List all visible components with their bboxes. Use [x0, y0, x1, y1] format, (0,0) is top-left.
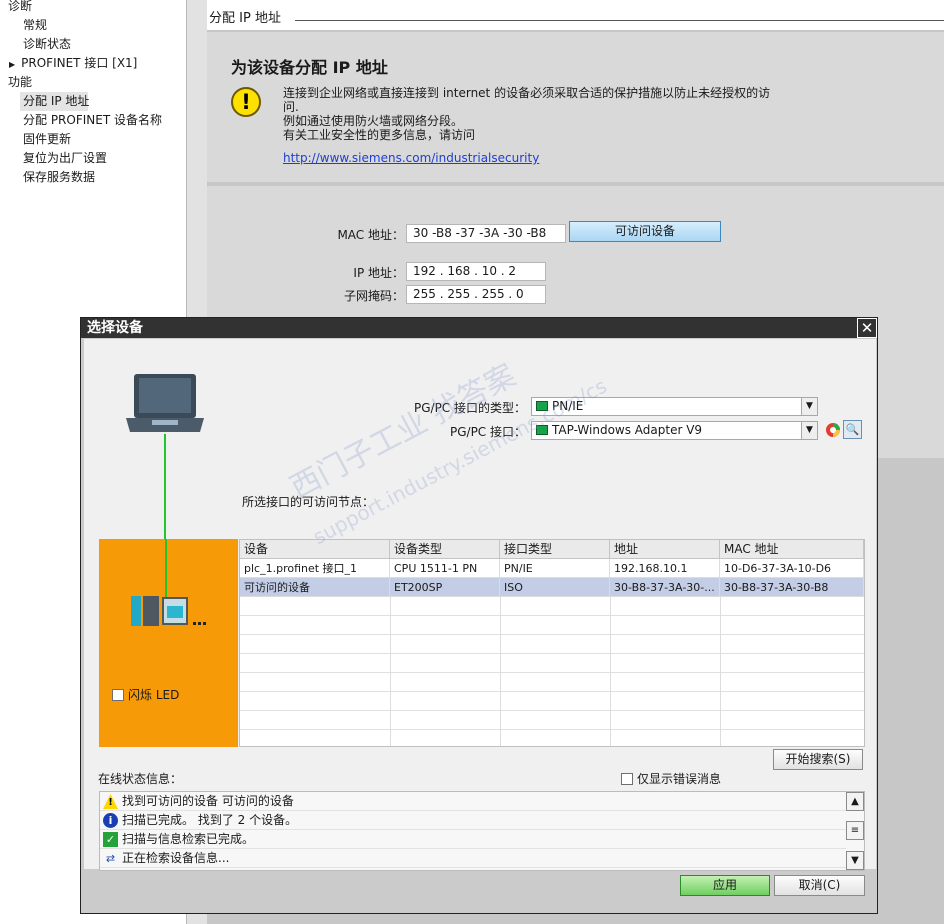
- pgpc-iface-select[interactable]: TAP-Windows Adapter V9 ▼: [531, 421, 818, 440]
- pgpc-iface-label: PG/PC 接口：: [449, 425, 526, 439]
- divider: [390, 597, 391, 746]
- chevron-down-icon[interactable]: ▼: [801, 422, 817, 439]
- shield-icon[interactable]: [824, 421, 842, 439]
- status-text: 扫描已完成。 找到了 2 个设备。: [122, 813, 298, 827]
- table-cell[interactable]: 30-B8-37-3A-30-...: [610, 578, 720, 597]
- scroll-down-icon[interactable]: ▼: [846, 851, 864, 870]
- panel-title: 为该设备分配 IP 地址: [231, 58, 388, 77]
- device-preview-panel: 闪烁 LED: [99, 539, 238, 747]
- diagnostics-icon[interactable]: 🔍: [843, 420, 862, 439]
- column-header[interactable]: 接口类型: [500, 540, 610, 559]
- table-cell[interactable]: plc_1.profinet 接口_1: [240, 559, 390, 578]
- tree-item-general[interactable]: 常规: [23, 16, 47, 35]
- tree-item-save-service[interactable]: 保存服务数据: [23, 168, 95, 187]
- network-icon: [536, 401, 548, 411]
- column-header[interactable]: 地址: [610, 540, 720, 559]
- scroll-thumb-icon[interactable]: ≡: [846, 821, 864, 840]
- flash-led-checkbox[interactable]: 闪烁 LED: [112, 686, 179, 703]
- network-icon: ⇄: [105, 852, 116, 865]
- tree-item-assign-name[interactable]: 分配 PROFINET 设备名称: [23, 111, 162, 130]
- column-header[interactable]: MAC 地址: [720, 540, 864, 559]
- warning-icon: !: [231, 87, 261, 117]
- security-panel: 为该设备分配 IP 地址 ! 连接到企业网络或直接连接到 internet 的设…: [207, 32, 944, 182]
- mac-label: MAC 地址：: [337, 228, 404, 242]
- table-cell[interactable]: CPU 1511-1 PN: [390, 559, 500, 578]
- scroll-up-icon[interactable]: ▲: [846, 792, 864, 811]
- pgpc-type-value: PN/IE: [552, 399, 584, 413]
- status-row: i 扫描已完成。 找到了 2 个设备。: [100, 811, 846, 830]
- pgpc-type-label: PG/PC 接口的类型：: [413, 401, 526, 415]
- close-icon[interactable]: ✕: [857, 318, 877, 338]
- status-log: ! 找到可访问的设备 可访问的设备 i 扫描已完成。 找到了 2 个设备。 ✓ 扫描与…: [99, 791, 865, 871]
- accessible-devices-button[interactable]: 可访问设备: [569, 221, 721, 242]
- flash-led-label: 闪烁 LED: [128, 688, 180, 702]
- check-icon: ✓: [103, 832, 118, 847]
- pgpc-type-select[interactable]: PN/IE ▼: [531, 397, 818, 416]
- column-header[interactable]: 设备: [240, 540, 390, 559]
- tree-item-functions[interactable]: 功能: [8, 73, 32, 92]
- divider: [295, 20, 944, 21]
- table-cell[interactable]: 30-B8-37-3A-30-B8: [720, 578, 864, 597]
- tree-item-diagnostics[interactable]: 诊断: [8, 0, 32, 16]
- apply-button[interactable]: 应用: [680, 875, 770, 896]
- status-row: ⇄ 正在检索设备信息...: [100, 849, 846, 868]
- status-text: 正在检索设备信息...: [122, 851, 230, 865]
- mac-address-field[interactable]: 30 -B8 -37 -3A -30 -B8: [406, 224, 566, 243]
- accessible-nodes-table: 设备 设备类型 接口类型 地址 MAC 地址 plc_1.profinet 接口…: [239, 539, 865, 747]
- section-title: 分配 IP 地址: [209, 11, 281, 26]
- chevron-down-icon[interactable]: ▼: [801, 398, 817, 415]
- online-status-label: 在线状态信息：: [98, 772, 183, 786]
- table-cell[interactable]: 可访问的设备: [240, 578, 390, 597]
- tree-item-profinet-interface[interactable]: ▶ PROFINET 接口 [X1]: [9, 54, 137, 73]
- divider: [720, 597, 721, 746]
- pgpc-iface-value: TAP-Windows Adapter V9: [552, 423, 703, 437]
- checkbox-icon[interactable]: [112, 689, 124, 701]
- ip-address-field[interactable]: 192 . 168 . 10 . 2: [406, 262, 546, 281]
- start-search-button[interactable]: 开始搜索(S): [773, 749, 863, 770]
- cancel-button[interactable]: 取消(C): [774, 875, 865, 896]
- subnet-label: 子网掩码：: [343, 289, 404, 303]
- column-header[interactable]: 设备类型: [390, 540, 500, 559]
- checkbox-icon[interactable]: [621, 773, 633, 785]
- divider: [500, 597, 501, 746]
- warning-icon: !: [103, 794, 118, 809]
- select-device-dialog: 选择设备 ✕ 闪烁 LED PG/PC 接口的类型： PN/IE ▼ PG/PC…: [80, 317, 878, 914]
- status-row: ! 找到可访问的设备 可访问的设备: [100, 792, 846, 811]
- dialog-title: 选择设备: [87, 320, 143, 336]
- network-adapter-icon: [536, 425, 548, 435]
- expand-arrow-icon[interactable]: ▶: [9, 60, 15, 69]
- section-header: 分配 IP 地址: [207, 0, 944, 30]
- status-text: 找到可访问的设备 可访问的设备: [122, 794, 294, 808]
- divider: [610, 597, 611, 746]
- tree-item-diag-status[interactable]: 诊断状态: [23, 35, 71, 54]
- warning-line: 连接到企业网络或直接连接到 internet 的设备必须采取合适的保护措施以防止…: [283, 86, 771, 100]
- table-cell[interactable]: PN/IE: [500, 559, 610, 578]
- nodes-label: 所选接口的可访问节点：: [242, 495, 375, 509]
- table-cell[interactable]: ISO: [500, 578, 610, 597]
- warning-line: 有关工业安全性的更多信息，请访问: [283, 128, 476, 142]
- status-text: 扫描与信息检索已完成。: [122, 832, 255, 846]
- laptop-icon: [126, 374, 204, 432]
- ip-label: IP 地址：: [353, 266, 404, 280]
- tree-item-firmware[interactable]: 固件更新: [23, 130, 71, 149]
- status-row: ✓ 扫描与信息检索已完成。: [100, 830, 846, 849]
- security-link[interactable]: http://www.siemens.com/industrialsecurit…: [283, 151, 539, 165]
- tree-item-assign-ip[interactable]: 分配 IP 地址: [20, 92, 89, 111]
- dialog-body: 闪烁 LED PG/PC 接口的类型： PN/IE ▼ PG/PC 接口： TA…: [84, 339, 876, 871]
- table-cell[interactable]: 10-D6-37-3A-10-D6: [720, 559, 864, 578]
- info-icon: i: [103, 813, 118, 828]
- table-cell[interactable]: ET200SP: [390, 578, 500, 597]
- warning-text: 连接到企业网络或直接连接到 internet 的设备必须采取合适的保护措施以防止…: [283, 86, 843, 142]
- only-errors-label: 仅显示错误消息: [637, 772, 722, 786]
- warning-line: 例如通过使用防火墙或网络分段。: [283, 114, 464, 128]
- empty-rows: [240, 597, 864, 746]
- tree-item-reset[interactable]: 复位为出厂设置: [23, 149, 107, 168]
- warning-line: 问.: [283, 100, 299, 114]
- dialog-titlebar[interactable]: 选择设备: [81, 318, 877, 338]
- table-cell[interactable]: 192.168.10.1: [610, 559, 720, 578]
- et200sp-device-icon: [131, 596, 206, 626]
- subnet-mask-field[interactable]: 255 . 255 . 255 . 0: [406, 285, 546, 304]
- only-errors-checkbox[interactable]: 仅显示错误消息: [621, 770, 721, 787]
